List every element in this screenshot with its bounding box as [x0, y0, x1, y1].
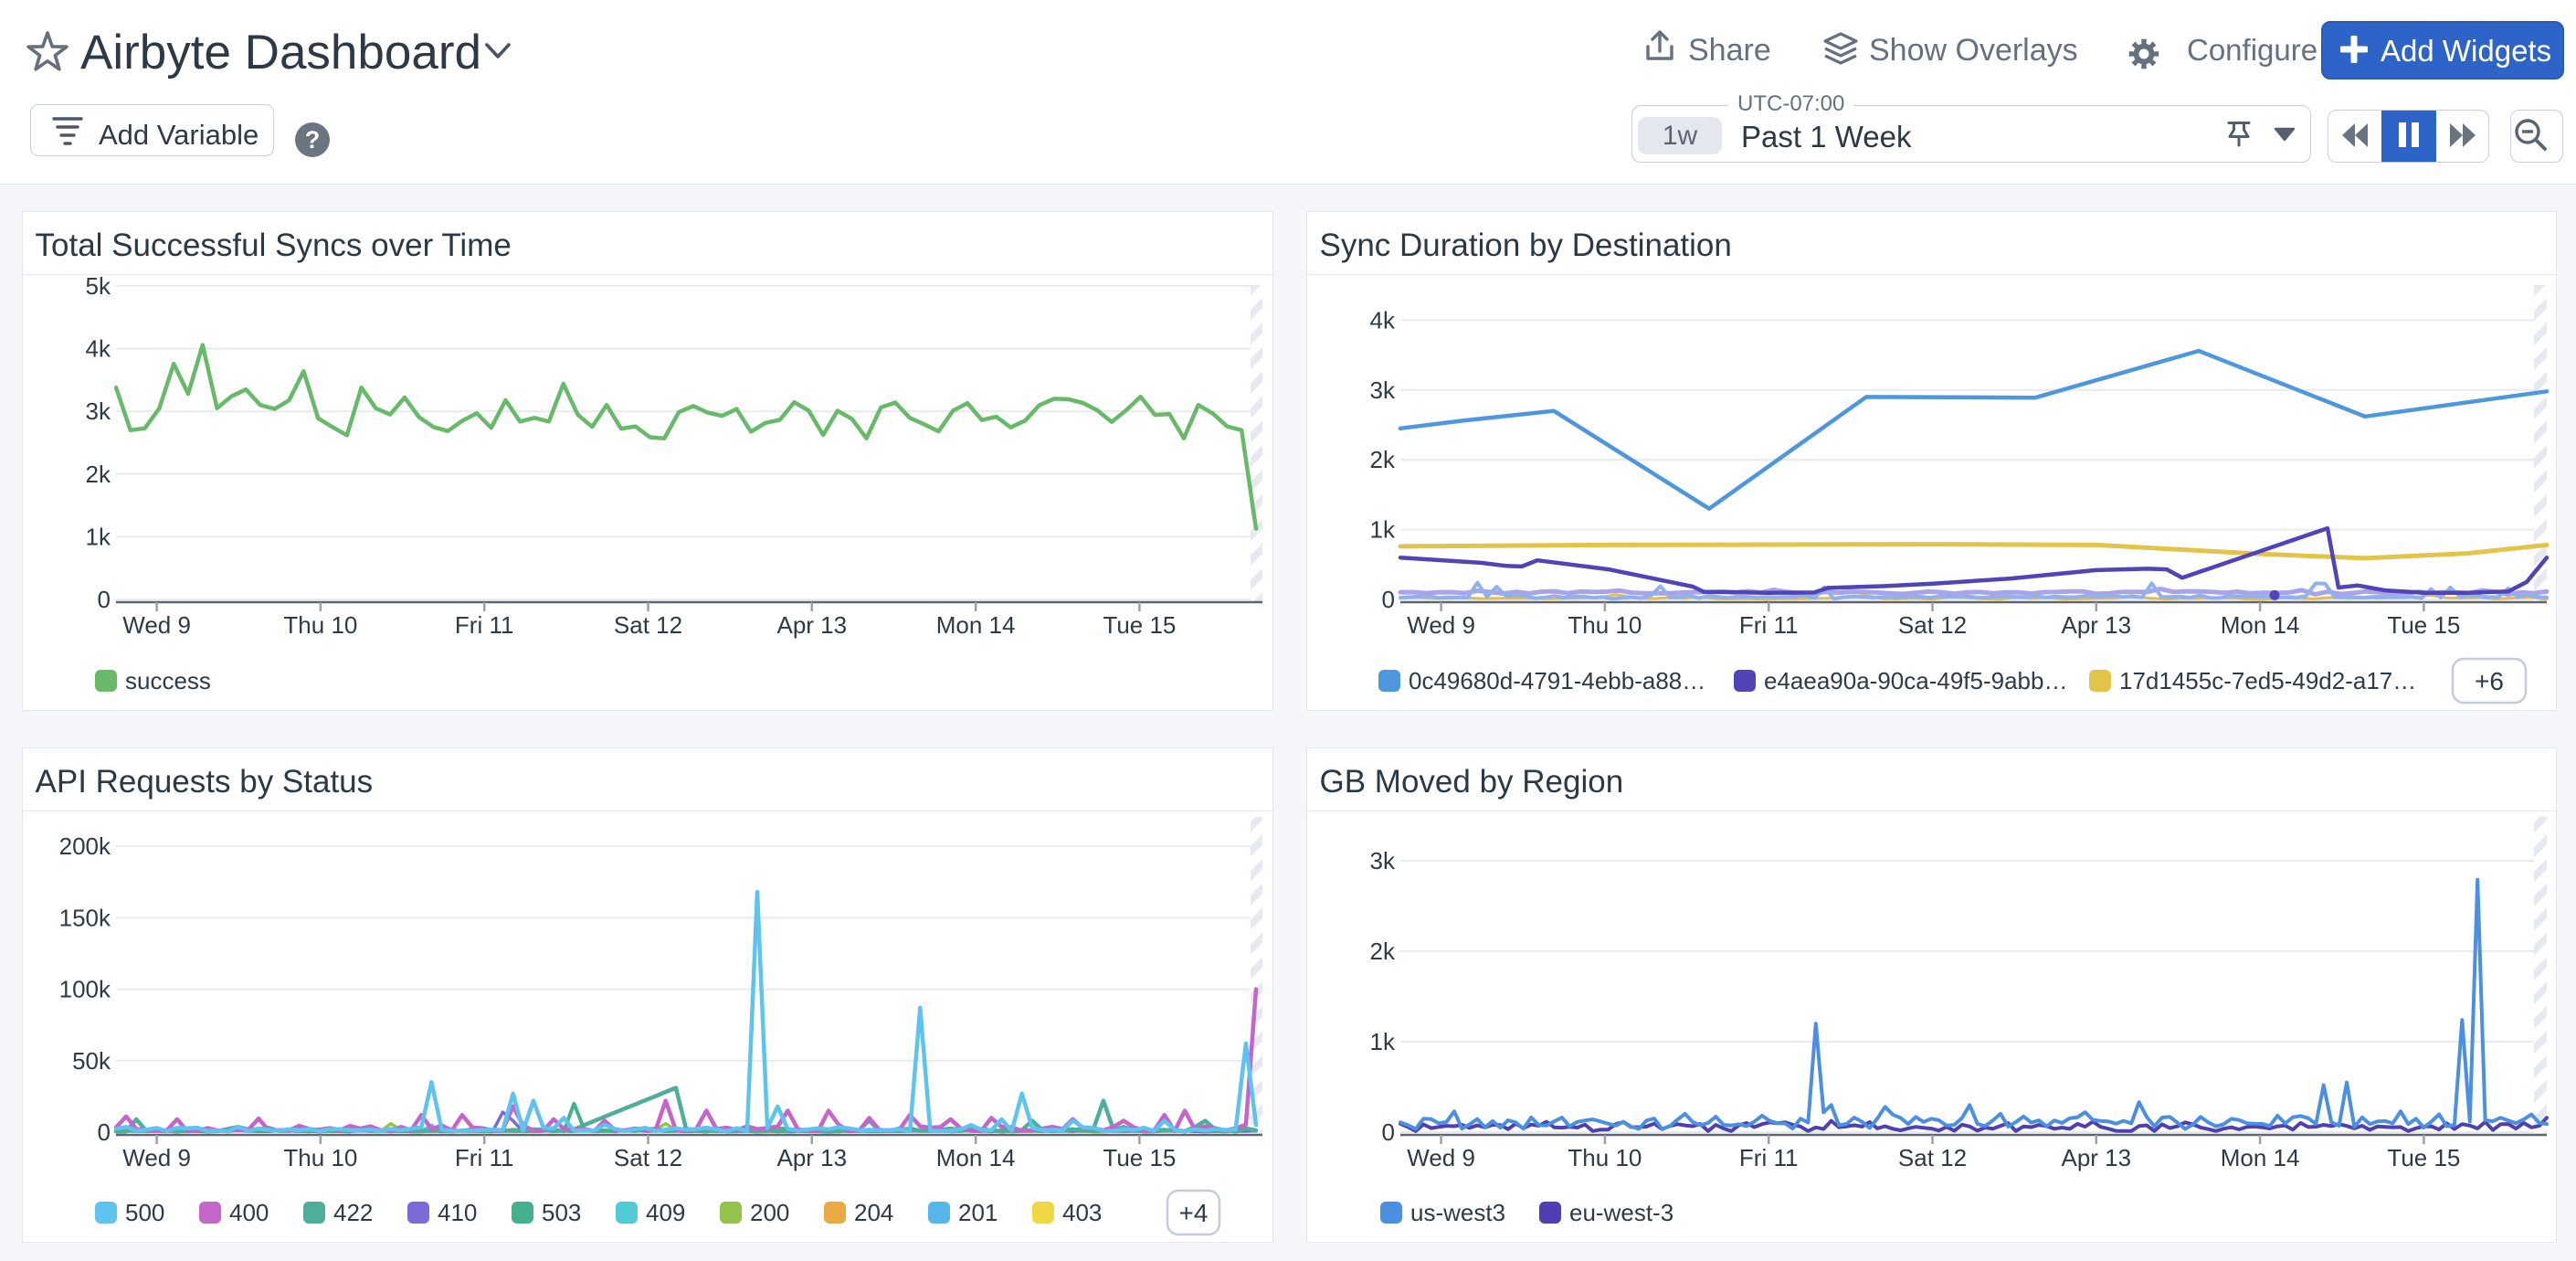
svg-text:Mon 14: Mon 14	[936, 611, 1016, 639]
svg-text:API Requests by Status: API Requests by Status	[36, 764, 374, 800]
svg-text:Fri 11: Fri 11	[1739, 611, 1799, 639]
svg-text:Sat 12: Sat 12	[614, 611, 682, 639]
svg-text:3k: 3k	[1370, 847, 1396, 874]
svg-text:Mon 14: Mon 14	[2221, 611, 2300, 639]
svg-text:Fri 11: Fri 11	[455, 1144, 514, 1171]
svg-text:Fri 11: Fri 11	[455, 611, 514, 639]
svg-text:Fri 11: Fri 11	[1739, 1144, 1799, 1171]
svg-text:3k: 3k	[86, 397, 111, 425]
svg-text:0c49680d-4791-4ebb-a88…: 0c49680d-4791-4ebb-a88…	[1409, 667, 1705, 694]
svg-text:Tue 15: Tue 15	[1103, 1144, 1176, 1171]
svg-text:Sat 12: Sat 12	[1898, 611, 1967, 639]
svg-text:422: 422	[333, 1199, 373, 1226]
svg-text:0: 0	[1382, 1118, 1395, 1146]
svg-text:200: 200	[750, 1199, 789, 1226]
svg-text:3k: 3k	[1370, 376, 1396, 404]
svg-text:409: 409	[646, 1199, 685, 1226]
svg-text:success: success	[125, 667, 211, 694]
svg-text:Apr 13: Apr 13	[2061, 1144, 2131, 1171]
svg-text:2k: 2k	[1370, 446, 1396, 473]
svg-text:0: 0	[98, 586, 111, 613]
svg-text:Wed 9: Wed 9	[122, 611, 191, 639]
svg-text:1k: 1k	[1370, 516, 1396, 544]
svg-text:Wed 9: Wed 9	[122, 1144, 191, 1171]
svg-text:Tue 15: Tue 15	[1103, 611, 1176, 639]
svg-text:+4: +4	[1179, 1199, 1209, 1227]
svg-text:Tue 15: Tue 15	[2387, 611, 2460, 639]
svg-text:Tue 15: Tue 15	[2387, 1144, 2460, 1171]
svg-text:Thu 10: Thu 10	[283, 611, 357, 639]
svg-text:GB Moved by Region: GB Moved by Region	[1320, 764, 1624, 800]
svg-text:1k: 1k	[1370, 1028, 1396, 1055]
svg-text:17d1455c-7ed5-49d2-a17…: 17d1455c-7ed5-49d2-a17…	[2119, 667, 2416, 694]
svg-text:150k: 150k	[59, 904, 111, 931]
svg-text:Apr 13: Apr 13	[776, 611, 847, 639]
svg-text:204: 204	[854, 1199, 893, 1226]
svg-text:2k: 2k	[86, 461, 111, 488]
svg-text:Wed 9: Wed 9	[1407, 611, 1475, 639]
svg-text:5k: 5k	[86, 272, 111, 300]
svg-text:Mon 14: Mon 14	[936, 1144, 1016, 1171]
svg-text:0: 0	[98, 1118, 111, 1146]
svg-text:200k: 200k	[59, 832, 111, 860]
svg-text:50k: 50k	[72, 1047, 111, 1075]
svg-text:400: 400	[229, 1199, 269, 1226]
svg-text:Sync Duration by Destination: Sync Duration by Destination	[1320, 228, 1732, 263]
svg-text:2k: 2k	[1370, 938, 1396, 965]
svg-text:4k: 4k	[1370, 306, 1396, 334]
svg-text:us-west3: us-west3	[1410, 1199, 1505, 1226]
svg-text:Apr 13: Apr 13	[2061, 611, 2131, 639]
svg-text:Sat 12: Sat 12	[1898, 1144, 1967, 1171]
svg-text:eu-west-3: eu-west-3	[1569, 1199, 1673, 1226]
svg-text:Thu 10: Thu 10	[283, 1144, 357, 1171]
svg-text:500: 500	[125, 1199, 164, 1226]
svg-text:503: 503	[542, 1199, 581, 1226]
svg-text:410: 410	[438, 1199, 477, 1226]
svg-text:Thu 10: Thu 10	[1568, 1144, 1642, 1171]
svg-text:Total Successful Syncs over Ti: Total Successful Syncs over Time	[36, 228, 512, 263]
svg-text:?: ?	[305, 126, 321, 154]
svg-text:4k: 4k	[86, 335, 111, 363]
svg-text:1k: 1k	[86, 523, 111, 550]
svg-text:0: 0	[1382, 586, 1395, 613]
svg-text:Thu 10: Thu 10	[1568, 611, 1642, 639]
svg-text:403: 403	[1062, 1199, 1102, 1226]
svg-text:e4aea90a-90ca-49f5-9abb…: e4aea90a-90ca-49f5-9abb…	[1764, 667, 2067, 694]
svg-text:Sat 12: Sat 12	[614, 1144, 682, 1171]
svg-text:201: 201	[958, 1199, 998, 1226]
svg-text:Mon 14: Mon 14	[2221, 1144, 2300, 1171]
svg-text:Wed 9: Wed 9	[1407, 1144, 1475, 1171]
svg-text:+6: +6	[2475, 667, 2504, 695]
svg-text:Apr 13: Apr 13	[776, 1144, 847, 1171]
svg-text:100k: 100k	[59, 976, 111, 1003]
